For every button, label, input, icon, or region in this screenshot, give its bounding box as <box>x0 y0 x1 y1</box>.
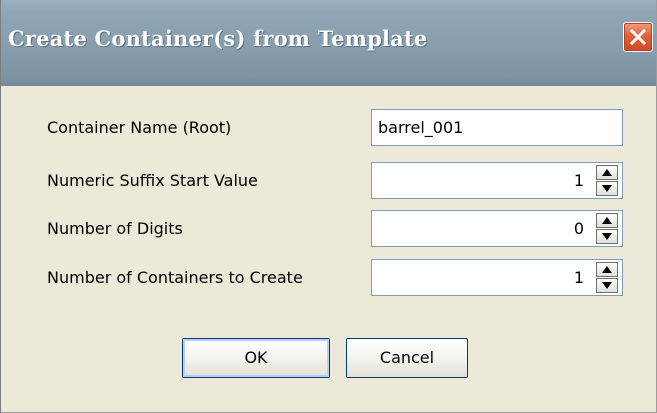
arrow-down-icon <box>602 185 612 192</box>
digits-spin-buttons <box>596 213 618 244</box>
digits-value[interactable]: 0 <box>574 211 584 246</box>
title-bar[interactable]: Create Container(s) from Template <box>1 0 656 86</box>
count-decrement-button[interactable] <box>596 278 618 293</box>
arrow-down-icon <box>602 233 612 240</box>
arrow-down-icon <box>602 282 612 289</box>
count-increment-button[interactable] <box>596 262 618 277</box>
count-spin-buttons <box>596 262 618 293</box>
cancel-button[interactable]: Cancel <box>346 338 468 378</box>
suffix-start-increment-button[interactable] <box>596 165 618 180</box>
suffix-start-spin-buttons <box>596 165 618 196</box>
count-spinner[interactable]: 1 <box>371 259 623 296</box>
digits-spinner[interactable]: 0 <box>371 210 623 247</box>
create-container-dialog: Create Container(s) from Template Contai… <box>0 0 657 413</box>
suffix-start-value[interactable]: 1 <box>574 163 584 198</box>
suffix-start-decrement-button[interactable] <box>596 181 618 196</box>
container-name-label: Container Name (Root) <box>47 118 232 137</box>
digits-decrement-button[interactable] <box>596 229 618 244</box>
close-button[interactable] <box>623 22 653 52</box>
close-icon <box>630 29 646 45</box>
digits-label: Number of Digits <box>47 219 183 238</box>
arrow-up-icon <box>602 169 612 176</box>
dialog-title: Create Container(s) from Template <box>8 26 428 51</box>
suffix-start-label: Numeric Suffix Start Value <box>47 171 258 190</box>
ok-button[interactable]: OK <box>182 338 330 378</box>
count-label: Number of Containers to Create <box>47 268 303 287</box>
suffix-start-spinner[interactable]: 1 <box>371 162 623 199</box>
count-value[interactable]: 1 <box>574 260 584 295</box>
arrow-up-icon <box>602 266 612 273</box>
digits-increment-button[interactable] <box>596 213 618 228</box>
container-name-input[interactable]: barrel_001 <box>371 109 623 146</box>
arrow-up-icon <box>602 217 612 224</box>
